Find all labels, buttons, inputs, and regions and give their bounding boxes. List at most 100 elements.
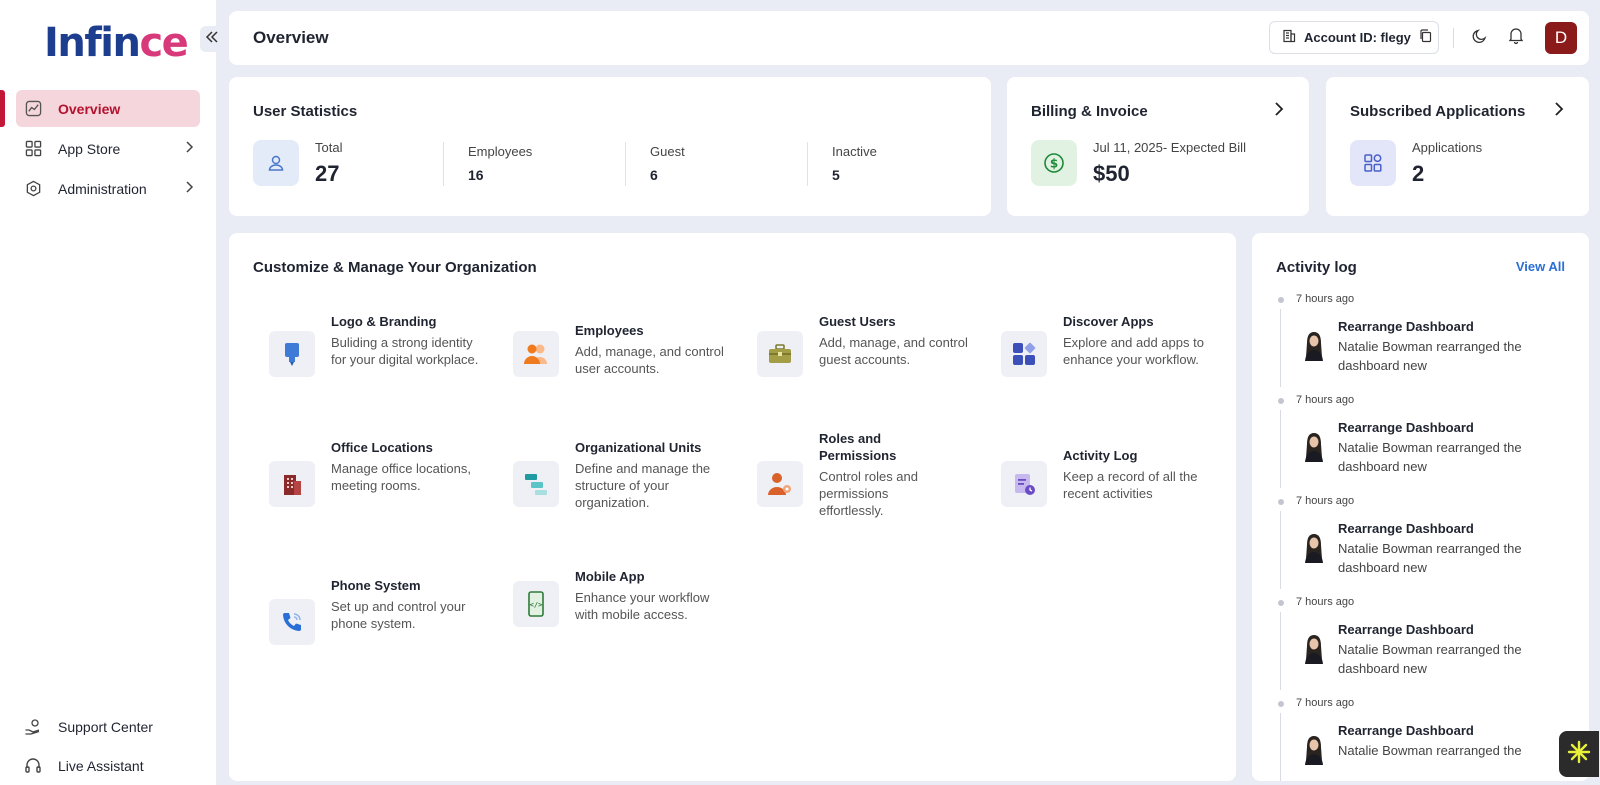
activity-item[interactable]: 7 hours ago Rearrange Dashboard Natalie … — [1276, 291, 1586, 392]
copy-icon[interactable] — [1419, 29, 1432, 46]
sidebar-item-overview[interactable]: Overview — [0, 90, 200, 127]
tile-title: Mobile App — [575, 569, 645, 584]
logo-text-primary: Infin — [44, 20, 141, 66]
card-title: Billing & Invoice — [1031, 103, 1148, 120]
tile-phone-system[interactable]: Phone System Set up and control your pho… — [269, 577, 499, 657]
notifications-button[interactable] — [1505, 27, 1527, 49]
chevron-right-icon — [184, 180, 194, 197]
headset-icon — [24, 757, 42, 775]
tile-roles-permissions[interactable]: Roles and Permissions Control roles and … — [757, 431, 987, 519]
applications-label: Applications — [1412, 140, 1483, 155]
stat-divider — [625, 142, 626, 186]
activity-description: Natalie Bowman rearranged the dashboard … — [1338, 339, 1522, 373]
account-id-label: Account ID: flegy — [1304, 30, 1411, 45]
view-all-link[interactable]: View All — [1516, 259, 1565, 274]
user-photo — [1300, 632, 1328, 664]
employees-value: 16 — [468, 167, 484, 183]
settings-icon — [24, 180, 42, 198]
total-label: Total — [315, 140, 343, 155]
top-header: Overview Account ID: flegy D — [229, 11, 1589, 65]
tile-logo-branding[interactable]: Logo & Branding Buliding a strong identi… — [269, 313, 499, 393]
tile-discover-apps[interactable]: Discover Apps Explore and add apps to en… — [1001, 313, 1231, 393]
employees-icon — [513, 331, 559, 377]
sidebar-item-label: Overview — [58, 100, 121, 117]
assistant-widget-button[interactable] — [1559, 731, 1599, 777]
sidebar-item-administration[interactable]: Administration — [16, 170, 200, 207]
employees-label: Employees — [468, 144, 533, 159]
customize-organization-card: Customize & Manage Your Organization Log… — [229, 233, 1236, 781]
double-chevron-left-icon — [205, 30, 219, 48]
activity-time: 7 hours ago — [1296, 293, 1355, 305]
activity-item[interactable]: 7 hours ago Rearrange Dashboard Natalie … — [1276, 493, 1586, 594]
card-title: Customize & Manage Your Organization — [253, 259, 537, 276]
collapse-sidebar-button[interactable] — [200, 26, 224, 52]
activity-item[interactable]: 7 hours ago Rearrange Dashboard Natalie … — [1276, 392, 1586, 493]
tile-employees[interactable]: Employees Add, manage, and control user … — [513, 313, 743, 393]
sidebar-item-support-center[interactable]: Support Center — [16, 708, 200, 745]
applications-value: 2 — [1412, 161, 1425, 186]
tile-description: Buliding a strong identity for your digi… — [331, 335, 479, 367]
activity-title: Rearrange Dashboard — [1338, 622, 1474, 637]
page-title: Overview — [253, 28, 329, 47]
inactive-label: Inactive — [832, 144, 877, 159]
guest-value: 6 — [650, 167, 658, 183]
tile-title: Guest Users — [819, 314, 896, 329]
tile-activity-log[interactable]: Activity Log Keep a record of all the re… — [1001, 439, 1231, 519]
tile-title: Phone System — [331, 578, 421, 593]
total-value: 27 — [315, 161, 340, 186]
brand-logo[interactable]: Infince — [44, 20, 189, 66]
billing-invoice-card[interactable]: Billing & Invoice $ Jul 11, 2025- Expect… — [1007, 77, 1309, 216]
tile-mobile-app[interactable]: </> Mobile App Enhance your workflow wit… — [513, 568, 743, 648]
tile-title: Discover Apps — [1063, 314, 1154, 329]
logo-text-accent: ce — [139, 20, 188, 66]
tile-description: Enhance your workflow with mobile access… — [575, 590, 710, 622]
activity-item[interactable]: 7 hours ago Rearrange Dashboard Natalie … — [1276, 695, 1586, 781]
expected-bill-label: Jul 11, 2025- Expected Bill — [1093, 140, 1246, 155]
grid-icon — [24, 140, 42, 158]
subscribed-applications-card[interactable]: Subscribed Applications Applications 2 — [1326, 77, 1589, 216]
avatar[interactable]: D — [1545, 22, 1577, 54]
activity-title: Rearrange Dashboard — [1338, 723, 1474, 738]
paint-brush-icon — [269, 331, 315, 377]
dark-mode-toggle[interactable] — [1469, 27, 1491, 49]
sparkle-icon — [1566, 739, 1592, 770]
moon-icon — [1472, 28, 1488, 49]
activity-item[interactable]: 7 hours ago Rearrange Dashboard Natalie … — [1276, 594, 1586, 695]
chevron-right-icon[interactable] — [1553, 101, 1565, 122]
tile-office-locations[interactable]: Office Locations Manage office locations… — [269, 439, 499, 519]
tile-description: Explore and add apps to enhance your wor… — [1063, 335, 1204, 367]
support-icon — [24, 718, 42, 736]
timeline-line — [1280, 713, 1281, 781]
tile-guest-users[interactable]: Guest Users Add, manage, and control gue… — [757, 313, 987, 393]
apps-icon — [1001, 331, 1047, 377]
sidebar-item-label: Support Center — [58, 718, 153, 735]
tile-description: Add, manage, and control user accounts. — [575, 344, 724, 376]
sidebar-item-label: App Store — [58, 140, 121, 157]
chevron-right-icon — [184, 140, 194, 157]
card-title: Activity log — [1276, 259, 1357, 276]
activity-time: 7 hours ago — [1296, 495, 1355, 507]
building-icon — [1282, 29, 1296, 46]
timeline-line — [1280, 612, 1281, 690]
activity-description: Natalie Bowman rearranged the dashboard … — [1338, 440, 1522, 474]
tile-description: Define and manage the structure of your … — [575, 461, 711, 510]
activity-title: Rearrange Dashboard — [1338, 319, 1474, 334]
tile-description: Add, manage, and control guest accounts. — [819, 335, 968, 367]
office-building-icon — [269, 461, 315, 507]
inactive-value: 5 — [832, 167, 840, 183]
chevron-right-icon[interactable] — [1273, 101, 1285, 122]
account-id-badge[interactable]: Account ID: flegy — [1269, 21, 1439, 54]
user-photo — [1300, 430, 1328, 462]
tile-description: Keep a record of all the recent activiti… — [1063, 469, 1198, 501]
timeline-dot — [1278, 297, 1284, 303]
tile-title: Roles and Permissions — [819, 431, 897, 463]
briefcase-icon — [757, 331, 803, 377]
mobile-code-icon: </> — [513, 581, 559, 627]
tile-organizational-units[interactable]: Organizational Units Define and manage t… — [513, 439, 743, 519]
activity-description: Natalie Bowman rearranged the dashboard … — [1338, 642, 1522, 676]
activity-log-card: Activity log View All 7 hours ago Rearra… — [1252, 233, 1589, 781]
sidebar-item-live-assistant[interactable]: Live Assistant — [16, 747, 200, 784]
tile-title: Logo & Branding — [331, 314, 437, 329]
sidebar-item-app-store[interactable]: App Store — [16, 130, 200, 167]
bell-icon — [1508, 27, 1524, 49]
